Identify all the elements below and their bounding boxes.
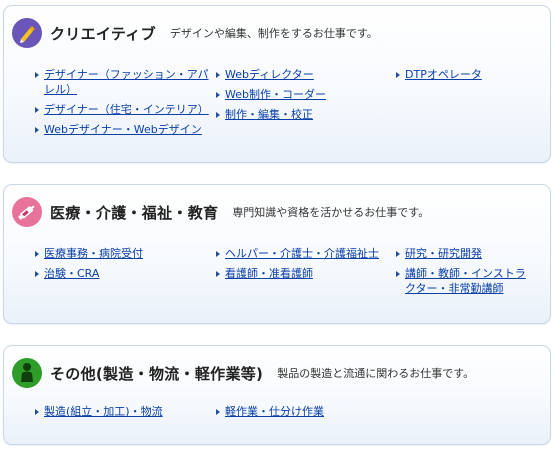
job-link[interactable]: Web制作・コーダー [215, 87, 326, 102]
job-link[interactable]: 製造(組立・加工)・物流 [34, 404, 163, 419]
section-title: 医療・介護・福祉・教育 [50, 203, 219, 222]
section-medical: 医療・介護・福祉・教育 専門知識や資格を活かせるお仕事です。 医療事務・病院受付… [3, 184, 551, 324]
section-other: その他(製造・物流・軽作業等) 製品の製造と流通に関わるお仕事です。 製造(組立… [3, 345, 551, 445]
job-link[interactable]: デザイナー（住宅・インテリア） [34, 102, 214, 117]
section-creative: クリエイティブ デザインや編集、制作をするお仕事です。 デザイナー（ファッション… [3, 5, 551, 163]
job-link[interactable]: 医療事務・病院受付 [34, 246, 143, 261]
section-title: クリエイティブ [50, 24, 156, 43]
job-link[interactable]: デザイナー（ファッション・アパレル） [34, 67, 209, 97]
job-link[interactable]: Webデザイナー・Webデザイン [34, 122, 214, 137]
section-header: 医療・介護・福祉・教育 専門知識や資格を活かせるお仕事です。 [12, 197, 429, 227]
section-header: クリエイティブ デザインや編集、制作をするお仕事です。 [12, 18, 378, 48]
job-link[interactable]: 研究・研究開発 [395, 246, 535, 261]
section-title: その他(製造・物流・軽作業等) [50, 364, 264, 383]
job-link[interactable]: 看護師・准看護師 [215, 266, 379, 281]
job-link[interactable]: 治験・CRA [34, 266, 143, 281]
person-icon [12, 358, 42, 388]
section-description: 専門知識や資格を活かせるお仕事です。 [232, 206, 430, 219]
job-link[interactable]: 講師・教師・インストラクター・非常勤講師 [395, 266, 535, 296]
job-link[interactable]: Webディレクター [215, 67, 326, 82]
section-description: デザインや編集、制作をするお仕事です。 [169, 27, 378, 40]
job-link[interactable]: 制作・編集・校正 [215, 107, 326, 122]
job-link[interactable]: 軽作業・仕分け作業 [215, 404, 324, 419]
job-link[interactable]: ヘルパー・介護士・介護福祉士 [215, 246, 379, 261]
section-description: 製品の製造と流通に関わるお仕事です。 [277, 367, 475, 380]
syringe-icon [12, 197, 42, 227]
pen-icon [12, 18, 42, 48]
section-header: その他(製造・物流・軽作業等) 製品の製造と流通に関わるお仕事です。 [12, 358, 474, 388]
job-link[interactable]: DTPオペレータ [395, 67, 482, 82]
